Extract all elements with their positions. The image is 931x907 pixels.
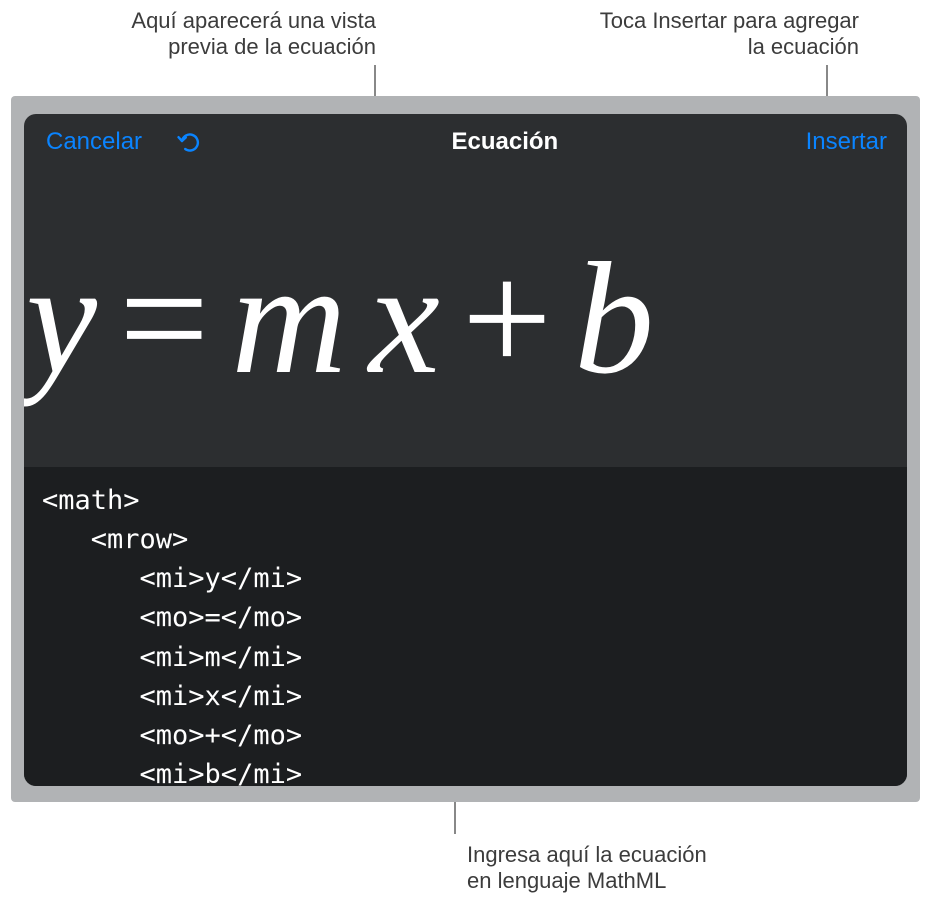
eq-var-b: b: [574, 226, 658, 411]
eq-var-y: y: [26, 226, 101, 411]
cancel-button[interactable]: Cancelar: [46, 128, 142, 156]
eq-op-plus: +: [444, 226, 574, 411]
editor-line: <mo>+</mo>: [42, 720, 302, 751]
callout-insert: Toca Insertar para agregar la ecuación: [600, 8, 859, 61]
editor-line: <math>: [42, 485, 140, 516]
equation-preview: y = m x + b: [24, 170, 907, 467]
editor-line: <mo>=</mo>: [42, 602, 302, 633]
callout-text: Aquí aparecerá una vista: [131, 8, 376, 33]
insert-button[interactable]: Insertar: [806, 128, 887, 156]
equation-rendered: y = m x + b: [26, 226, 658, 411]
mathml-editor[interactable]: <math> <mrow> <mi>y</mi> <mo>=</mo> <mi>…: [24, 467, 907, 786]
callout-text: previa de la ecuación: [168, 34, 376, 59]
editor-line: <mrow>: [42, 524, 188, 555]
equation-panel: Cancelar Ecuación Insertar y = m x +: [24, 114, 907, 786]
titlebar-left: Cancelar: [46, 128, 204, 156]
editor-line: <mi>b</mi>: [42, 759, 302, 786]
eq-op-equals: =: [101, 226, 231, 411]
callout-editor: Ingresa aquí la ecuación en lenguaje Mat…: [467, 842, 707, 895]
page-title: Ecuación: [451, 128, 558, 156]
callout-text: la ecuación: [748, 34, 859, 59]
editor-line: <mi>m</mi>: [42, 642, 302, 673]
undo-icon[interactable]: [176, 128, 204, 156]
eq-var-x: x: [369, 226, 444, 411]
device-frame: Cancelar Ecuación Insertar y = m x +: [11, 96, 920, 802]
callout-text: en lenguaje MathML: [467, 868, 666, 893]
editor-line: <mi>x</mi>: [42, 681, 302, 712]
callout-text: Toca Insertar para agregar: [600, 8, 859, 33]
titlebar: Cancelar Ecuación Insertar: [24, 114, 907, 170]
callout-text: Ingresa aquí la ecuación: [467, 842, 707, 867]
eq-var-m: m: [231, 226, 351, 411]
editor-line: <mi>y</mi>: [42, 563, 302, 594]
callout-preview: Aquí aparecerá una vista previa de la ec…: [131, 8, 376, 61]
